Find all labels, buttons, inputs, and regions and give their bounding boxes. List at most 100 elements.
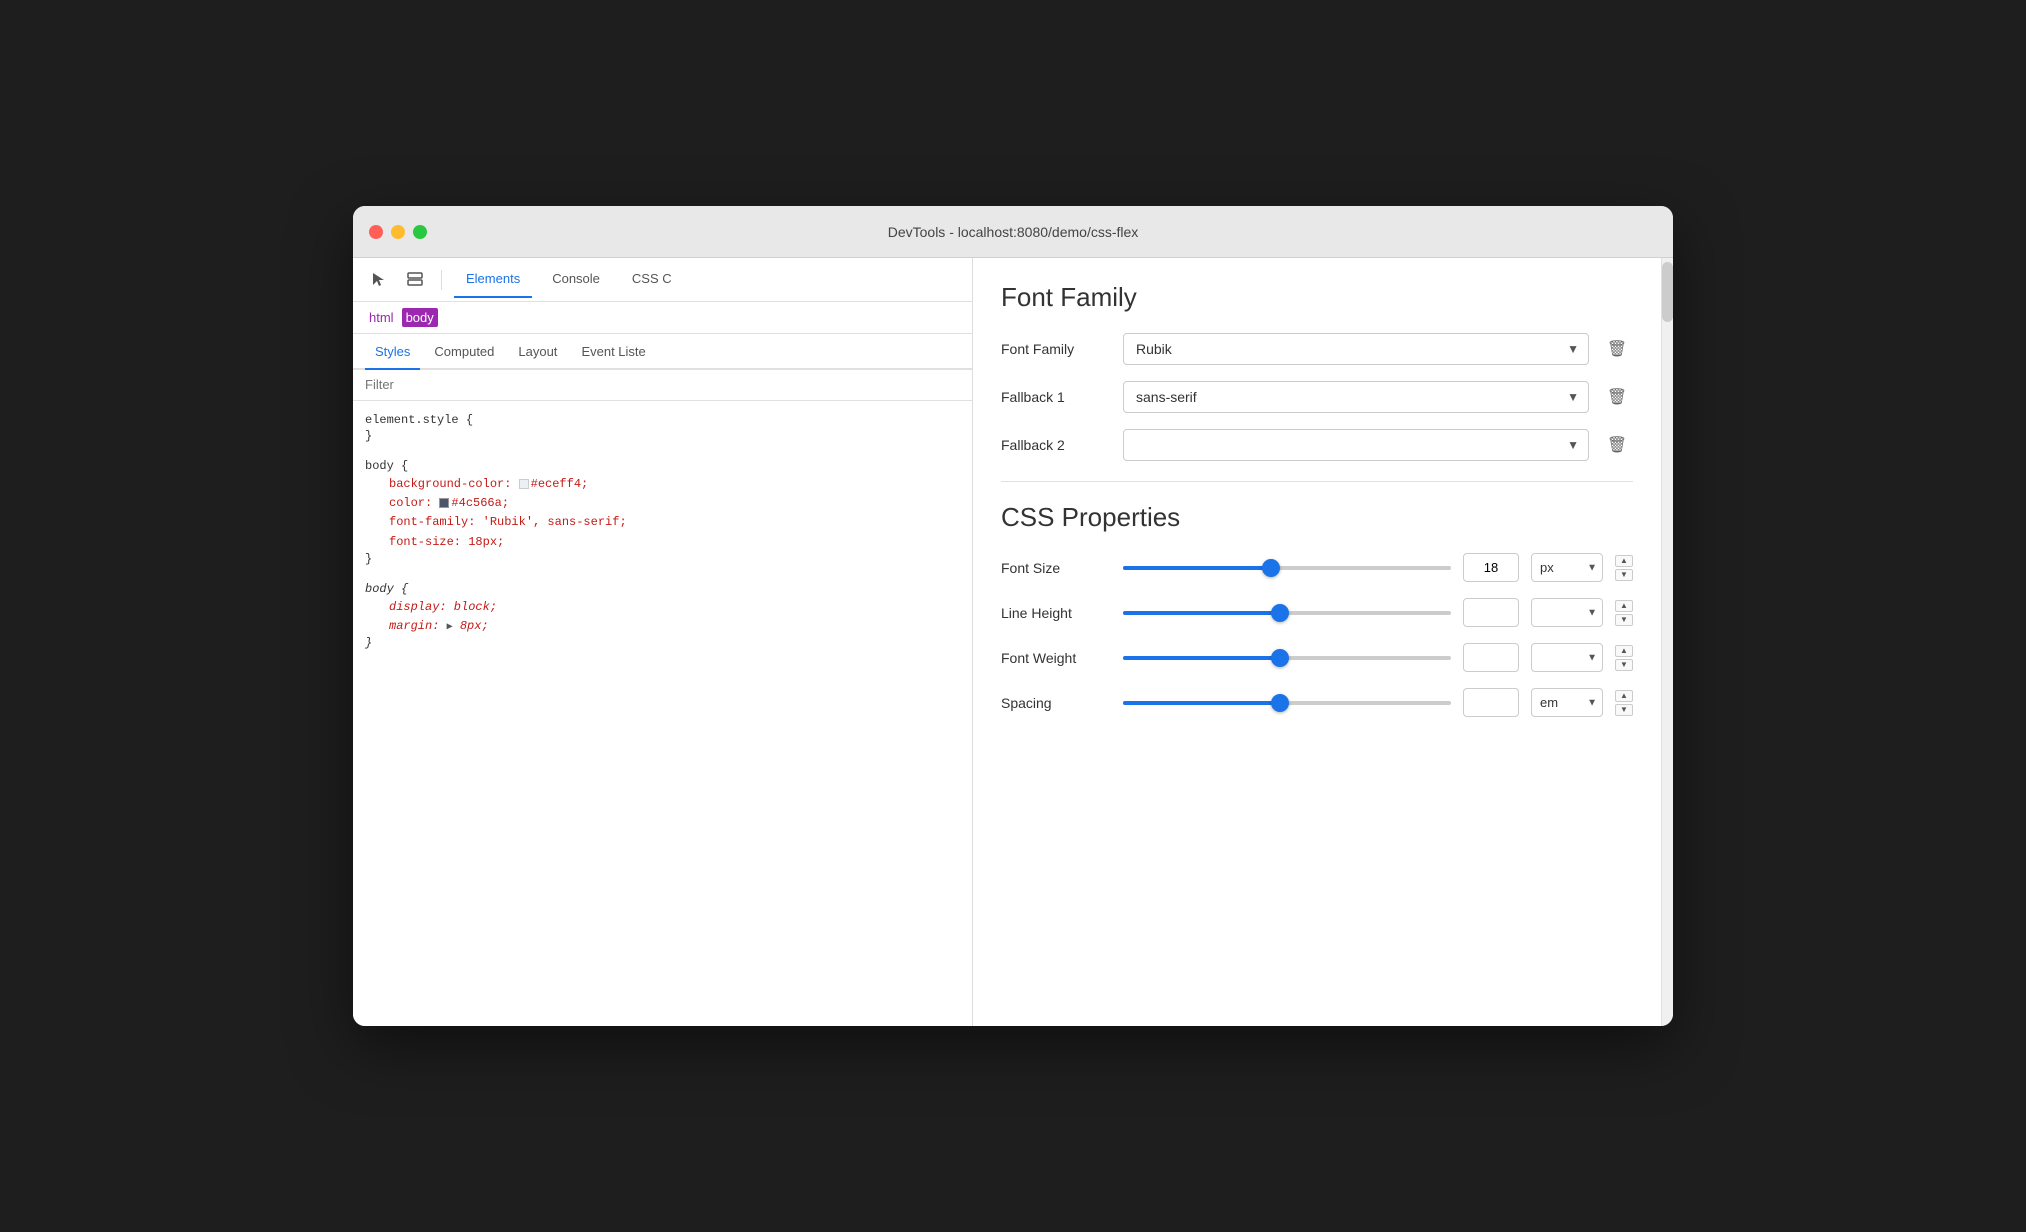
font-size-thumb[interactable] [1262, 559, 1280, 577]
devtools-scrollbar[interactable] [1661, 258, 1673, 1026]
line-height-slider-wrapper[interactable] [1123, 603, 1451, 623]
sub-tabs: Styles Computed Layout Event Liste [353, 334, 972, 370]
line-height-spinner-up[interactable]: ▲ [1615, 600, 1633, 612]
code-prop-margin[interactable]: margin: ▶ 8px; [365, 617, 960, 636]
fallback2-delete-btn[interactable]: 🗑 [1601, 429, 1633, 461]
line-height-spinner-down[interactable]: ▼ [1615, 614, 1633, 626]
font-weight-track [1123, 656, 1451, 660]
subtab-computed[interactable]: Computed [424, 334, 504, 370]
spacing-input[interactable] [1463, 688, 1519, 717]
font-family-delete-btn[interactable]: 🗑 [1601, 333, 1633, 365]
font-weight-row: Font Weight 100 400 [1001, 643, 1633, 672]
font-weight-slider-wrapper[interactable] [1123, 648, 1451, 668]
breadcrumb-html[interactable]: html [365, 308, 398, 327]
cursor-icon[interactable] [365, 266, 393, 294]
line-height-label: Line Height [1001, 605, 1111, 621]
font-size-spinner: ▲ ▼ [1615, 555, 1633, 581]
filter-bar [353, 370, 972, 401]
font-family-row: Font Family Rubik Arial Georgia sans-ser… [1001, 333, 1633, 365]
code-block-element-style: element.style { } [353, 409, 972, 447]
font-family-section: Font Family Font Family Rubik Arial Geor… [1001, 282, 1633, 461]
spacing-fill [1123, 701, 1280, 705]
font-weight-unit-select[interactable]: 100 400 700 [1531, 643, 1603, 672]
toolbar-divider [441, 270, 442, 290]
line-height-unit-wrapper: px em rem ▼ [1531, 598, 1603, 627]
layers-icon[interactable] [401, 266, 429, 294]
code-selector-body2: body { [365, 582, 960, 596]
font-weight-unit-wrapper: 100 400 700 ▼ [1531, 643, 1603, 672]
font-size-unit-wrapper: px em rem % ▼ [1531, 553, 1603, 582]
spacing-unit-wrapper: em px rem % ▼ [1531, 688, 1603, 717]
tab-console[interactable]: Console [540, 262, 612, 298]
breadcrumb-body[interactable]: body [402, 308, 438, 327]
spacing-spinner: ▲ ▼ [1615, 690, 1633, 716]
left-panel: Elements Console CSS C html body [353, 258, 973, 1026]
font-weight-spinner-down[interactable]: ▼ [1615, 659, 1633, 671]
css-properties-section: CSS Properties Font Size [1001, 502, 1633, 717]
code-prop-display[interactable]: display: block; [365, 598, 960, 617]
line-height-unit-select[interactable]: px em rem [1531, 598, 1603, 627]
font-weight-input[interactable] [1463, 643, 1519, 672]
code-prop-color[interactable]: color: #4c566a; [365, 494, 960, 513]
font-weight-spinner: ▲ ▼ [1615, 645, 1633, 671]
font-size-spinner-up[interactable]: ▲ [1615, 555, 1633, 567]
close-button[interactable] [369, 225, 383, 239]
line-height-thumb[interactable] [1271, 604, 1289, 622]
fallback2-label: Fallback 2 [1001, 437, 1111, 453]
code-prop-font-family[interactable]: font-family: 'Rubik', sans-serif; [365, 513, 960, 532]
subtab-styles[interactable]: Styles [365, 334, 420, 370]
code-area: element.style { } body { background-colo… [353, 401, 972, 1026]
code-prop-font-size[interactable]: font-size: 18px; [365, 533, 960, 552]
css-properties-title: CSS Properties [1001, 502, 1633, 533]
font-family-select[interactable]: Rubik Arial Georgia sans-serif [1123, 333, 1589, 365]
font-size-unit-select[interactable]: px em rem % [1531, 553, 1603, 582]
minimize-button[interactable] [391, 225, 405, 239]
maximize-button[interactable] [413, 225, 427, 239]
font-size-spinner-down[interactable]: ▼ [1615, 569, 1633, 581]
fallback2-select-wrapper: sans-serif serif monospace ▼ [1123, 429, 1589, 461]
font-weight-label: Font Weight [1001, 650, 1111, 666]
titlebar: DevTools - localhost:8080/demo/css-flex [353, 206, 1673, 258]
fallback1-select[interactable]: sans-serif serif monospace cursive [1123, 381, 1589, 413]
font-family-title: Font Family [1001, 282, 1633, 313]
spacing-track [1123, 701, 1451, 705]
filter-input[interactable] [365, 377, 960, 392]
font-weight-spinner-up[interactable]: ▲ [1615, 645, 1633, 657]
subtab-event-listeners[interactable]: Event Liste [571, 334, 655, 370]
fallback1-select-wrapper: sans-serif serif monospace cursive ▼ [1123, 381, 1589, 413]
spacing-row: Spacing em px rem [1001, 688, 1633, 717]
scrollbar-thumb[interactable] [1662, 262, 1673, 322]
font-size-slider-wrapper[interactable] [1123, 558, 1451, 578]
font-size-input[interactable] [1463, 553, 1519, 582]
fallback2-row: Fallback 2 sans-serif serif monospace ▼ … [1001, 429, 1633, 461]
code-prop-bg-color[interactable]: background-color: #eceff4; [365, 475, 960, 494]
fallback1-delete-btn[interactable]: 🗑 [1601, 381, 1633, 413]
code-selector: element.style { [365, 413, 960, 427]
subtab-layout[interactable]: Layout [508, 334, 567, 370]
tab-elements[interactable]: Elements [454, 262, 532, 298]
devtools-toolbar: Elements Console CSS C [353, 258, 972, 302]
line-height-track [1123, 611, 1451, 615]
spacing-thumb[interactable] [1271, 694, 1289, 712]
spacing-unit-select[interactable]: em px rem % [1531, 688, 1603, 717]
right-panel: Font Family Font Family Rubik Arial Geor… [973, 258, 1661, 1026]
spacing-spinner-up[interactable]: ▲ [1615, 690, 1633, 702]
font-size-track [1123, 566, 1451, 570]
color-swatch-bg [519, 479, 529, 489]
line-height-spinner: ▲ ▼ [1615, 600, 1633, 626]
line-height-row: Line Height px em [1001, 598, 1633, 627]
traffic-lights [369, 225, 427, 239]
font-size-fill [1123, 566, 1271, 570]
font-weight-thumb[interactable] [1271, 649, 1289, 667]
spacing-spinner-down[interactable]: ▼ [1615, 704, 1633, 716]
tab-css[interactable]: CSS C [620, 262, 684, 298]
spacing-slider-wrapper[interactable] [1123, 693, 1451, 713]
right-panel-content: Font Family Font Family Rubik Arial Geor… [973, 258, 1661, 1026]
color-swatch-text [439, 498, 449, 508]
line-height-input[interactable] [1463, 598, 1519, 627]
breadcrumb: html body [353, 302, 972, 334]
fallback2-select[interactable]: sans-serif serif monospace [1123, 429, 1589, 461]
spacing-label: Spacing [1001, 695, 1111, 711]
code-brace-body2: } [365, 636, 960, 650]
font-family-select-wrapper: Rubik Arial Georgia sans-serif ▼ [1123, 333, 1589, 365]
